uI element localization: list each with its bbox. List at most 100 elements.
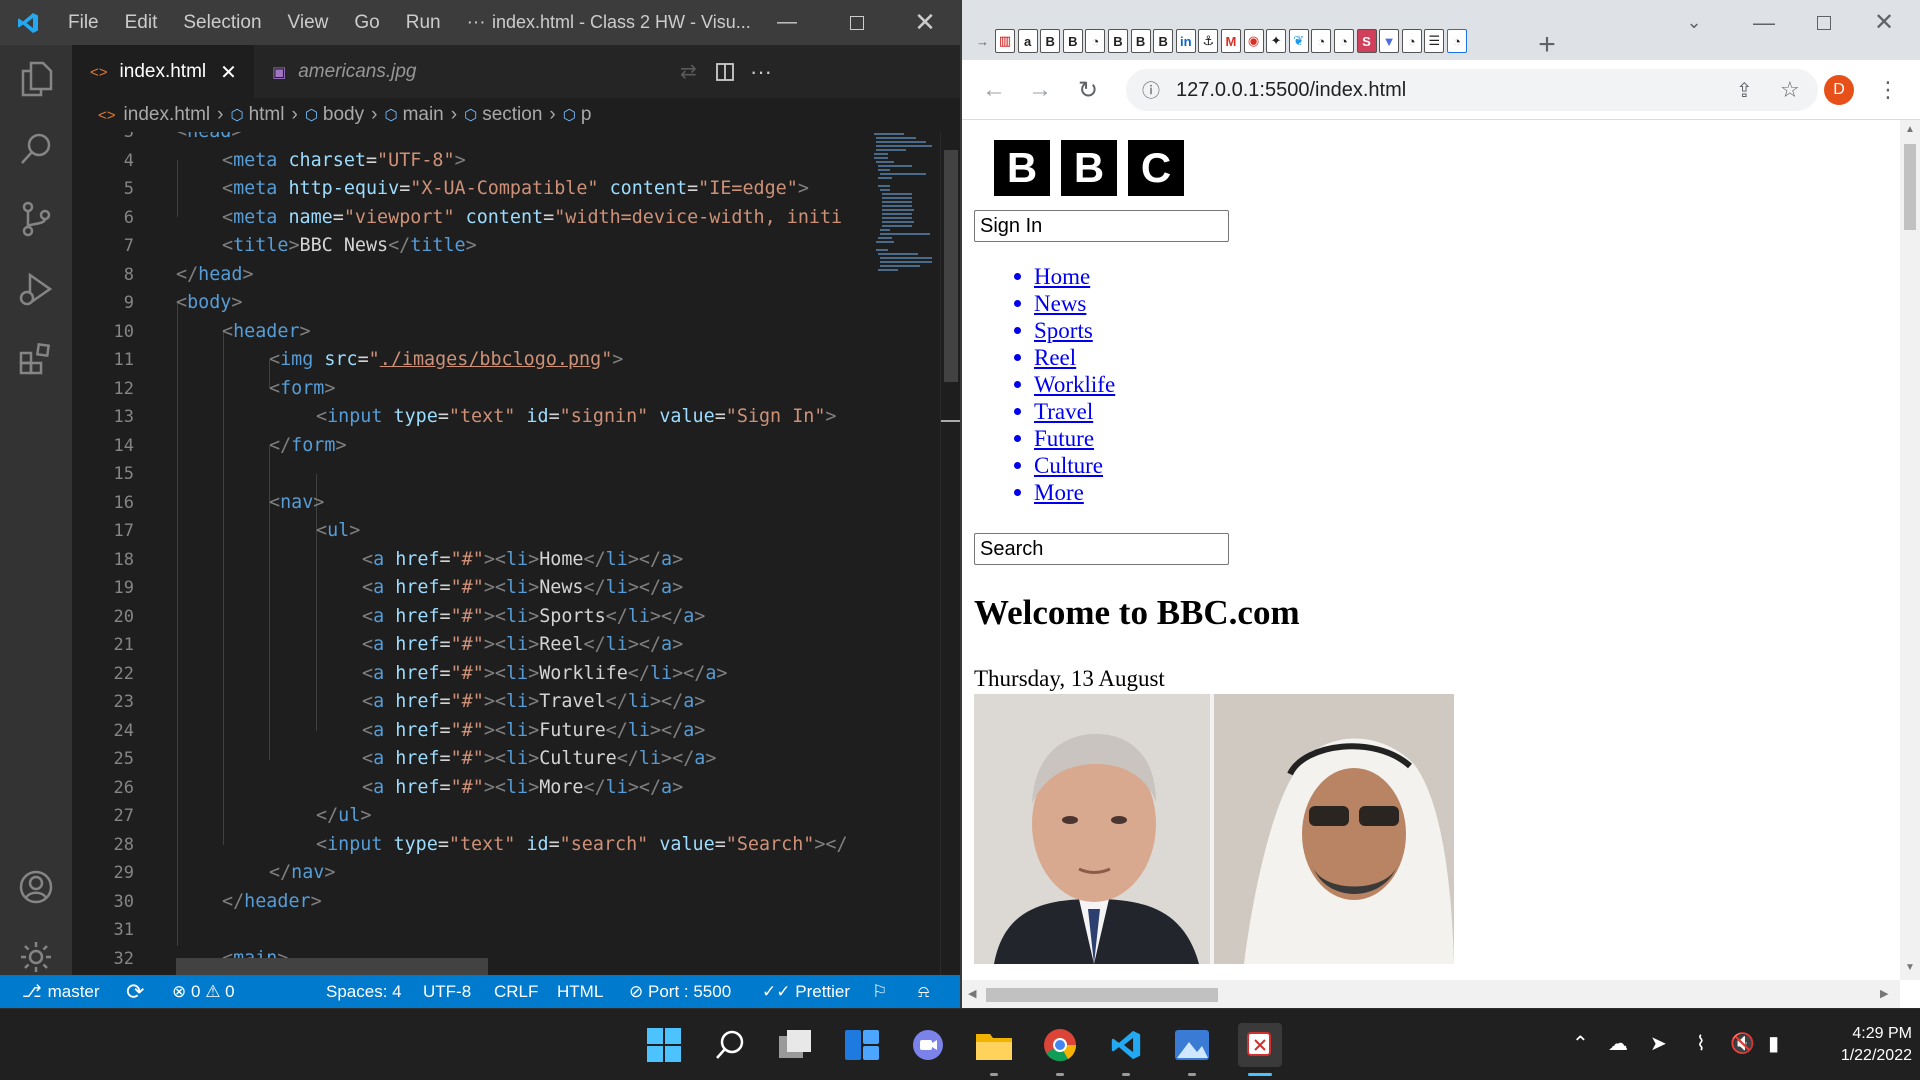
taskbar-search-icon[interactable] [710,1025,750,1065]
tab-favicon[interactable]: B [1153,29,1174,53]
notifications-bell-icon[interactable]: ⍾ [918,975,929,1008]
tab-favicon[interactable]: ☰ [1424,29,1445,53]
share-icon[interactable]: ⇪ [1736,78,1753,103]
onedrive-cloud-icon[interactable]: ☁ [1608,1031,1628,1056]
menu-view[interactable]: View [275,12,342,34]
widgets-icon[interactable] [842,1025,882,1065]
url-text[interactable]: 127.0.0.1:5500/index.html [1176,79,1406,102]
teams-chat-icon[interactable] [908,1025,948,1065]
tab-favicon[interactable]: B [1040,29,1061,53]
language-mode[interactable]: HTML [557,975,603,1008]
settings-gear-icon[interactable] [14,935,58,979]
photos-icon[interactable] [1172,1025,1212,1065]
site-info-icon[interactable]: ⓘ [1142,77,1160,103]
tab-favicon[interactable]: B [1130,29,1151,53]
source-control-icon[interactable] [14,197,58,241]
page-vertical-scrollbar[interactable]: ▲ ▼ [1900,120,1920,980]
start-windows-icon[interactable] [644,1025,684,1065]
tab-favicon[interactable]: ◔ [1085,29,1106,53]
code-editor[interactable]: 3 4 5 6 7 8 9 10 11 12 13 14 15 16 17 18 19 20 21 22 23 24 25 2… [72,132,960,975]
nav-item-sports[interactable]: Sports [974,317,1115,344]
scroll-down-icon[interactable]: ▼ [1905,962,1915,973]
scroll-right-icon[interactable]: ▶ [1880,987,1888,1000]
menu-selection[interactable]: Selection [170,12,274,34]
scrollbar-thumb[interactable] [944,150,958,382]
signin-input[interactable] [974,210,1229,242]
wifi-icon[interactable]: ⌇ [1696,1031,1706,1056]
chrome-minimize-icon[interactable]: — [1734,0,1794,45]
address-bar[interactable]: ⓘ 127.0.0.1:5500/index.html ⇪ ☆ [1126,69,1818,111]
nav-link[interactable]: Culture [1034,452,1103,479]
nav-item-culture[interactable]: Culture [974,452,1115,479]
vscode-taskbar-icon[interactable] [1106,1025,1146,1065]
scroll-up-icon[interactable]: ▲ [1905,124,1915,135]
sync-icon[interactable]: ⟳ [126,975,144,1008]
battery-icon[interactable]: ▮ [1768,1031,1779,1056]
page-hscroll-thumb[interactable] [986,988,1218,1002]
menu-run[interactable]: Run [393,12,454,34]
maximize-icon[interactable] [822,0,892,45]
task-view-icon[interactable] [776,1025,816,1065]
more-actions-icon[interactable]: ··· [750,45,772,98]
nav-link[interactable]: Travel [1034,398,1093,425]
nav-item-worklife[interactable]: Worklife [974,371,1115,398]
tab-favicon[interactable]: ▥ [995,29,1015,53]
horizontal-scrollbar[interactable] [176,958,488,975]
tab-favicon[interactable]: S [1356,29,1377,53]
breadcrumb-p[interactable]: p [581,104,592,126]
nav-link[interactable]: Future [1034,425,1094,452]
breadcrumb-file[interactable]: index.html [124,104,211,126]
run-debug-icon[interactable] [14,267,58,311]
chrome-menu-icon[interactable]: ⋮ [1870,72,1906,108]
minimize-icon[interactable]: — [752,0,822,45]
live-server-port[interactable]: ⊘ Port : 5500 [629,975,731,1008]
nav-item-home[interactable]: Home [974,263,1115,290]
chrome-taskbar-icon[interactable] [1040,1025,1080,1065]
tab-list-chevron-icon[interactable]: ⌄ [1674,0,1714,45]
breadcrumb-main[interactable]: main [403,104,444,126]
tab-favicon[interactable]: ❦ [1288,29,1309,53]
tab-favicon[interactable]: in [1175,29,1196,53]
compare-changes-icon[interactable]: ⇄ [680,45,697,98]
tab-favicon[interactable]: B [1107,29,1128,53]
tab-favicon[interactable]: a [1017,29,1038,53]
tab-favicon[interactable]: ✦ [1266,29,1287,53]
back-arrow-icon[interactable]: ← [976,72,1012,108]
location-arrow-icon[interactable]: ➤ [1650,1031,1667,1056]
snipping-tool-icon[interactable] [1238,1023,1282,1067]
accounts-icon[interactable] [14,865,58,909]
indentation-status[interactable]: Spaces: 4 [326,975,402,1008]
menu-edit[interactable]: Edit [112,12,171,34]
tab-favicon[interactable]: ◔ [1401,29,1422,53]
tab-favicon-active[interactable]: ◔ [1446,29,1467,53]
nav-link[interactable]: More [1034,479,1084,506]
reload-icon[interactable]: ↻ [1070,72,1106,108]
nav-item-travel[interactable]: Travel [974,398,1115,425]
tab-americans-jpg[interactable]: ▣ americans.jpg [254,45,444,98]
tab-search-icon[interactable]: → [976,34,989,49]
minimap[interactable] [872,132,937,975]
page-horizontal-scrollbar[interactable]: ◀ ▶ [962,980,1900,1008]
volume-muted-icon[interactable]: 🔇 [1730,1031,1755,1056]
file-explorer-icon[interactable] [974,1025,1014,1065]
breadcrumb-body[interactable]: body [323,104,364,126]
tab-favicon[interactable]: B [1062,29,1083,53]
tab-favicon[interactable]: ◔ [1333,29,1354,53]
vertical-scrollbar[interactable] [940,132,960,975]
close-window-icon[interactable]: ✕ [890,0,960,45]
feedback-icon[interactable]: ⚐ [872,975,887,1008]
close-tab-icon[interactable]: ✕ [220,60,237,85]
tab-favicon[interactable]: M [1220,29,1241,53]
chrome-maximize-icon[interactable] [1794,0,1854,45]
menu-file[interactable]: File [55,12,112,34]
nav-link[interactable]: Worklife [1034,371,1115,398]
system-clock[interactable]: 4:29 PM 1/22/2022 [1822,1023,1912,1067]
nav-item-news[interactable]: News [974,290,1115,317]
scroll-left-icon[interactable]: ◀ [968,987,976,1000]
nav-item-more[interactable]: More [974,479,1115,506]
extensions-icon[interactable] [14,337,58,381]
git-branch[interactable]: ⎇ master [22,975,100,1008]
prettier-status[interactable]: ✓✓ Prettier [762,975,850,1008]
nav-link[interactable]: Sports [1034,317,1093,344]
encoding-status[interactable]: UTF-8 [423,975,471,1008]
